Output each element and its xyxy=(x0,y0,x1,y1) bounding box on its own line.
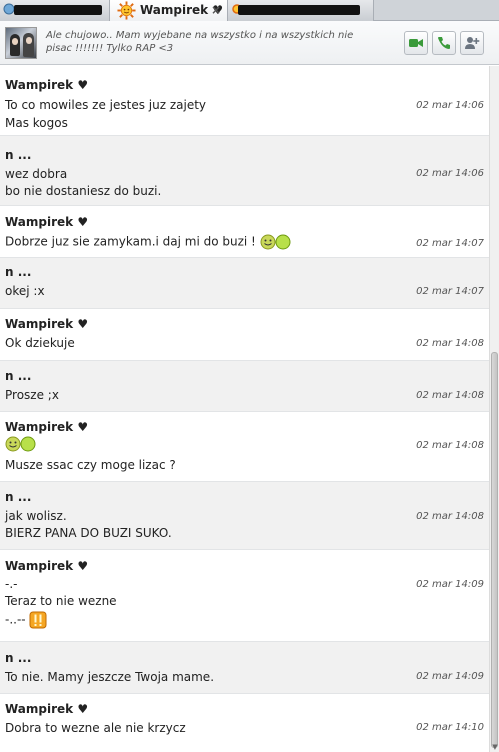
status-line: Ale chujowo.. Mam wyjebane na wszystko i… xyxy=(46,30,354,41)
message-timestamp: 02 mar 14:09 xyxy=(416,671,484,682)
video-call-button[interactable] xyxy=(404,31,428,55)
message-text: BIERZ PANA DO BUZI SUKO. xyxy=(5,526,172,540)
message-text: Mas kogos xyxy=(5,116,68,130)
message: Wampirek ♥ Dobra to wezne ale nie krzycz… xyxy=(0,694,489,752)
add-contact-icon xyxy=(465,37,480,49)
message-author: Wampirek ♥ xyxy=(5,78,89,92)
message-timestamp: 02 mar 14:09 xyxy=(416,579,484,590)
close-tab-icon[interactable]: × xyxy=(211,4,221,16)
message: n ... Prosze ;x 02 mar 14:08 xyxy=(0,361,489,412)
message-text: Dobrze juz sie zamykam.i daj mi do buzi … xyxy=(5,234,292,250)
message-timestamp: 02 mar 14:06 xyxy=(416,168,484,179)
message-author: Wampirek ♥ xyxy=(5,420,89,434)
message-text: -..-- xyxy=(5,611,47,629)
phone-call-button[interactable] xyxy=(432,31,456,55)
exclamation-emoticon-icon xyxy=(29,611,47,629)
smiley-ball-emoticon-icon xyxy=(260,234,291,250)
message-author: Wampirek ♥ xyxy=(5,317,89,331)
message: Wampirek ♥ To co mowiles ze jestes juz z… xyxy=(0,66,489,136)
message-text: bo nie dostaniesz do buzi. xyxy=(5,184,162,198)
message: Wampirek ♥ -.- Teraz to nie wezne -..-- … xyxy=(0,550,489,642)
contact-header: Ale chujowo.. Mam wyjebane na wszystko i… xyxy=(0,21,499,65)
message-text: Musze ssac czy moge lizac ? xyxy=(5,458,176,472)
message-text xyxy=(5,436,37,452)
message-timestamp: 02 mar 14:08 xyxy=(416,338,484,349)
tab-wampirek[interactable]: Wampirek ♥ × xyxy=(110,0,228,22)
status-line: pisac !!!!!!! Tylko RAP <3 xyxy=(46,43,174,54)
message-text: Prosze ;x xyxy=(5,388,59,402)
redacted-tab-label xyxy=(14,5,102,15)
message-list[interactable]: Wampirek ♥ To co mowiles ze jestes juz z… xyxy=(0,66,489,752)
message-timestamp: 02 mar 14:08 xyxy=(416,511,484,522)
message-text: Teraz to nie wezne xyxy=(5,594,117,608)
message-timestamp: 02 mar 14:06 xyxy=(416,100,484,111)
scrollbar[interactable]: ▼ xyxy=(489,66,499,752)
message-text: okej :x xyxy=(5,284,45,298)
scrollbar-thumb[interactable] xyxy=(491,352,498,748)
message: n ... jak wolisz. BIERZ PANA DO BUZI SUK… xyxy=(0,482,489,550)
tab-strip: Wampirek ♥ × xyxy=(0,0,499,22)
message: Wampirek ♥ Musze ssac czy moge lizac ? 0… xyxy=(0,412,489,482)
smiley-ball-emoticon-icon xyxy=(5,436,36,452)
message-author: Wampirek ♥ xyxy=(5,702,89,716)
message-author: n ... xyxy=(5,369,32,383)
avatar[interactable] xyxy=(5,27,37,59)
message-timestamp: 02 mar 14:08 xyxy=(416,440,484,451)
sun-status-icon xyxy=(117,1,136,20)
phone-call-icon xyxy=(438,37,450,49)
scroll-down-arrow-icon[interactable]: ▼ xyxy=(491,743,499,751)
tab-redacted-2[interactable] xyxy=(228,0,374,21)
message-timestamp: 02 mar 14:08 xyxy=(416,390,484,401)
tab-redacted-1[interactable] xyxy=(0,0,110,21)
message-author: Wampirek ♥ xyxy=(5,559,89,573)
message-text: To nie. Mamy jeszcze Twoja mame. xyxy=(5,670,215,684)
message-author: n ... xyxy=(5,148,32,162)
message: n ... okej :x 02 mar 14:07 xyxy=(0,258,489,309)
message: Wampirek ♥ Ok dziekuje 02 mar 14:08 xyxy=(0,309,489,361)
message-timestamp: 02 mar 14:07 xyxy=(416,286,484,297)
message-author: n ... xyxy=(5,265,32,279)
message-text: Dobra to wezne ale nie krzycz xyxy=(5,721,186,735)
status-message: Ale chujowo.. Mam wyjebane na wszystko i… xyxy=(46,29,366,55)
message: n ... wez dobra bo nie dostaniesz do buz… xyxy=(0,136,489,206)
message-timestamp: 02 mar 14:07 xyxy=(416,238,484,249)
message-text: wez dobra xyxy=(5,167,68,181)
message-text: -.- xyxy=(5,577,18,591)
message-author: Wampirek ♥ xyxy=(5,215,89,229)
message-author: n ... xyxy=(5,651,32,665)
video-call-icon xyxy=(409,39,423,47)
message-author: n ... xyxy=(5,490,32,504)
message-text: To co mowiles ze jestes juz zajety xyxy=(5,98,207,112)
message-text: Ok dziekuje xyxy=(5,336,75,350)
message-text: jak wolisz. xyxy=(5,509,67,523)
message: n ... To nie. Mamy jeszcze Twoja mame. 0… xyxy=(0,642,489,694)
add-contact-button[interactable] xyxy=(460,31,484,55)
message: Wampirek ♥ Dobrze juz sie zamykam.i daj … xyxy=(0,206,489,258)
message-timestamp: 02 mar 14:10 xyxy=(416,722,484,733)
redacted-tab-label xyxy=(238,5,360,15)
